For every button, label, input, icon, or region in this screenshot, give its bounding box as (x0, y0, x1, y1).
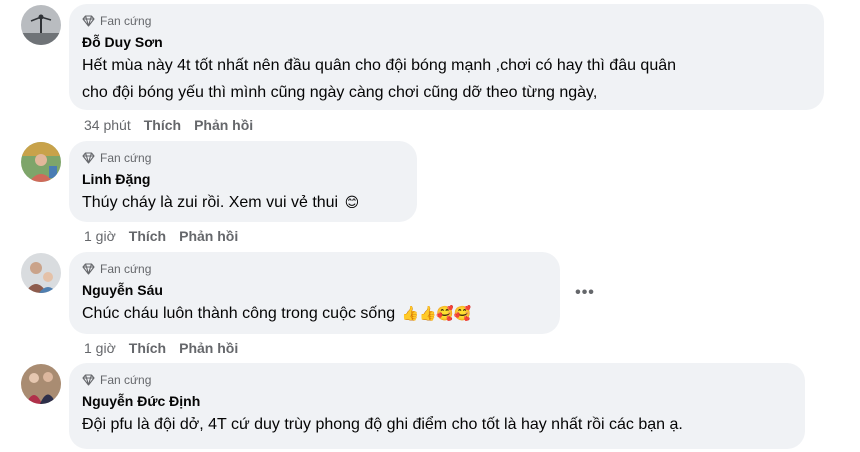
comment-actions: 1 giờ Thích Phản hồi (84, 227, 238, 245)
diamond-icon (82, 15, 95, 27)
fan-badge[interactable]: Fan cứng (82, 13, 811, 29)
avatar[interactable] (21, 253, 61, 293)
avatar[interactable] (21, 5, 61, 45)
comment-time[interactable]: 1 giờ (84, 228, 116, 244)
like-button[interactable]: Thích (129, 340, 166, 356)
author-name[interactable]: Nguyễn Sáu (82, 281, 547, 299)
fan-badge[interactable]: Fan cứng (82, 372, 792, 388)
comment-text-line: Thúy cháy là zui rồi. Xem vui vẻ thui 😊 (82, 189, 404, 216)
diamond-icon (82, 263, 95, 275)
emoji-group: 👍👍🥰🥰 (401, 305, 472, 321)
badge-label: Fan cứng (100, 151, 152, 165)
like-button[interactable]: Thích (129, 228, 166, 244)
comment-text: Chúc cháu luôn thành công trong cuộc sốn… (82, 305, 396, 322)
like-button[interactable]: Thích (144, 117, 181, 133)
comment-bubble: Fan cứng Nguyễn Đức Định Đội pfu là đội … (69, 363, 805, 449)
diamond-icon (82, 152, 95, 164)
author-name[interactable]: Đỗ Duy Sơn (82, 33, 811, 51)
comment-time[interactable]: 34 phút (84, 117, 131, 133)
avatar[interactable] (21, 142, 61, 182)
comment-text: Thúy cháy là zui rồi. Xem vui vẻ thui (82, 194, 339, 211)
avatar[interactable] (21, 364, 61, 404)
comment-text-line: cho đội bóng yếu thì mình cũng ngày càng… (82, 84, 598, 101)
comment-time[interactable]: 1 giờ (84, 340, 116, 356)
badge-label: Fan cứng (100, 373, 152, 387)
author-name[interactable]: Nguyễn Đức Định (82, 392, 792, 410)
comment-bubble: Fan cứng Nguyễn Sáu Chúc cháu luôn thành… (69, 252, 560, 334)
comment-text-line: Hết mùa này 4t tốt nhất nên đầu quân cho… (82, 57, 677, 74)
comment-bubble: Fan cứng Đỗ Duy Sơn Hết mùa này 4t tốt n… (69, 4, 824, 110)
fan-badge[interactable]: Fan cứng (82, 261, 547, 277)
reply-button[interactable]: Phản hồi (179, 340, 238, 356)
comment-actions: 1 giờ Thích Phản hồi (84, 339, 238, 357)
comment-text-line: Chúc cháu luôn thành công trong cuộc sốn… (82, 300, 547, 327)
comment-bubble: Fan cứng Linh Đặng Thúy cháy là zui rồi.… (69, 141, 417, 222)
reply-button[interactable]: Phản hồi (194, 117, 253, 133)
author-name[interactable]: Linh Đặng (82, 170, 404, 188)
reply-button[interactable]: Phản hồi (179, 228, 238, 244)
fan-badge[interactable]: Fan cứng (82, 150, 404, 166)
comment-actions: 34 phút Thích Phản hồi (84, 116, 253, 134)
badge-label: Fan cứng (100, 262, 152, 276)
diamond-icon (82, 374, 95, 386)
more-options-icon[interactable]: ••• (575, 284, 595, 302)
badge-label: Fan cứng (100, 14, 152, 28)
comment-text-line: Đội pfu là đội dở, 4T cứ duy trùy phong … (82, 416, 683, 433)
emoji-group: 😊 (344, 194, 360, 210)
